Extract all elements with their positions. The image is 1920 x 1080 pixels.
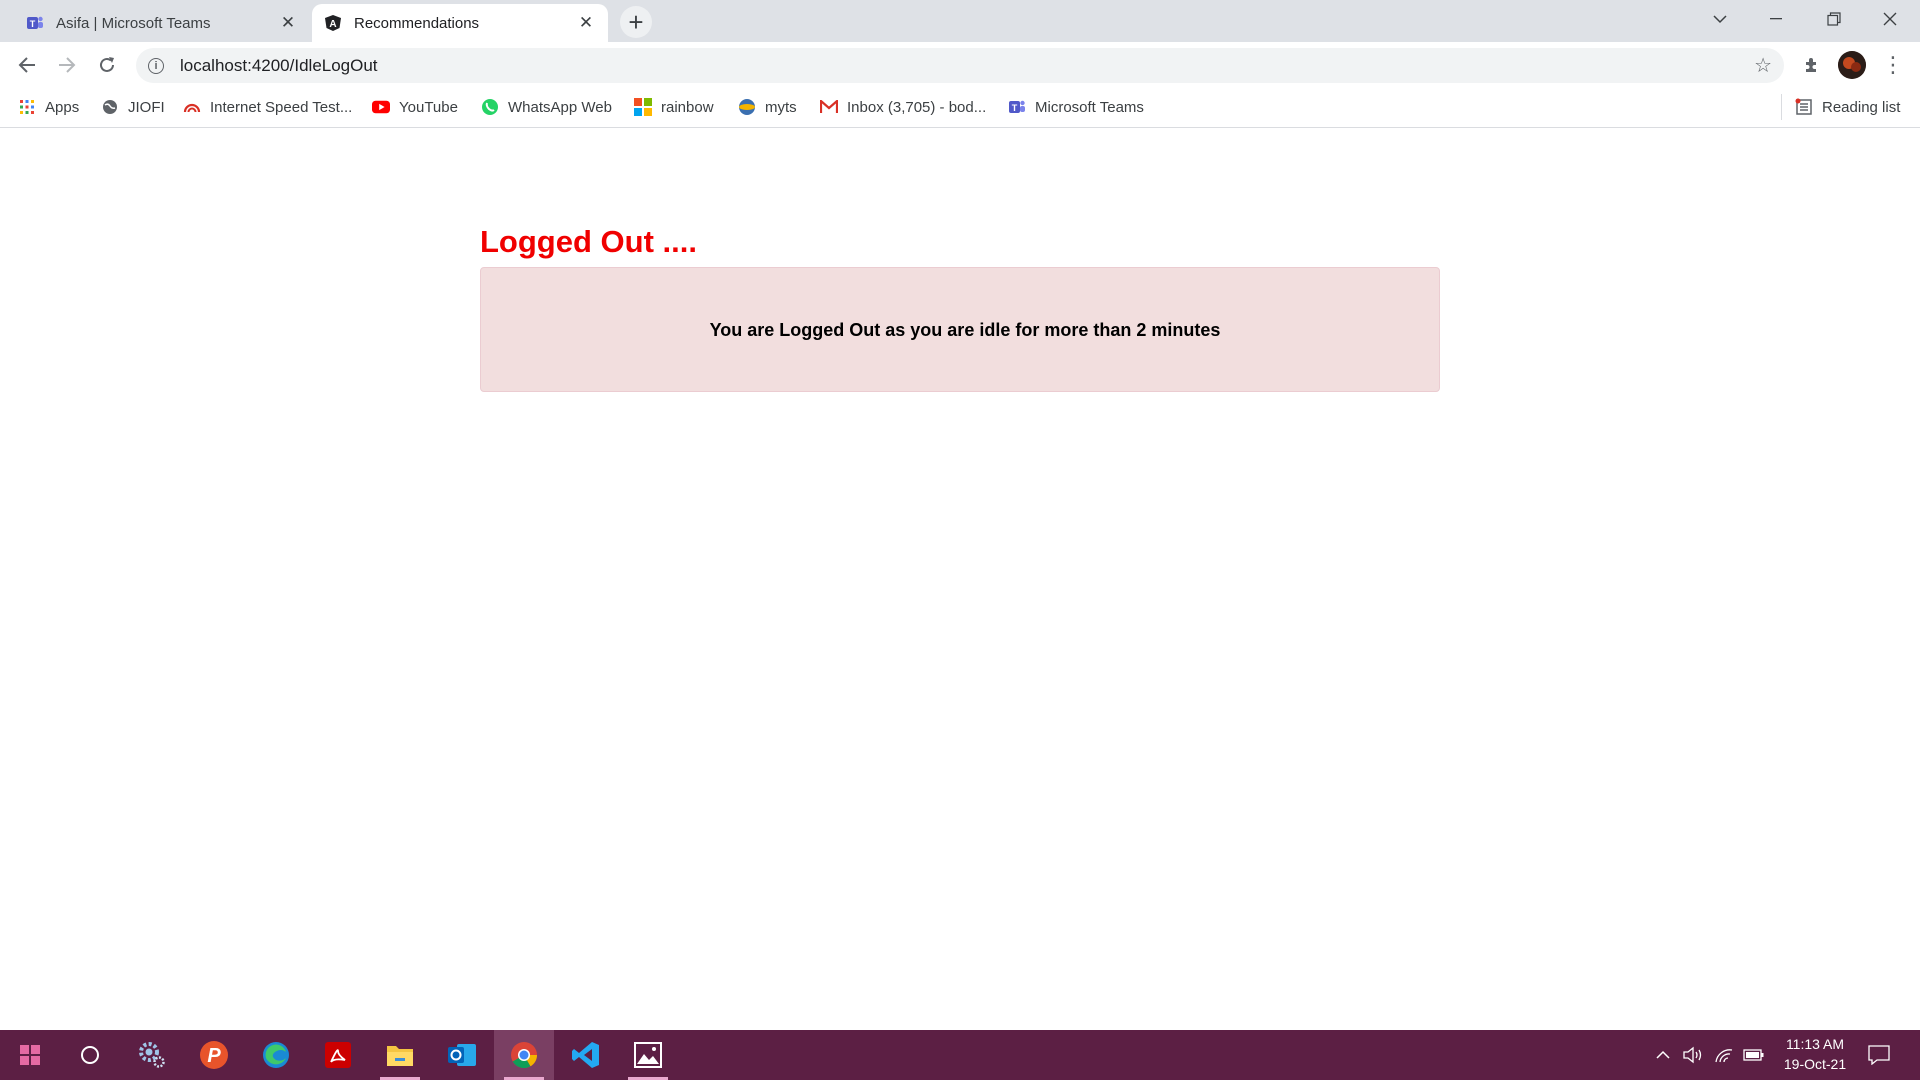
reading-list-label: Reading list (1822, 98, 1901, 116)
new-tab-button[interactable]: + (620, 6, 652, 38)
photos-app-icon[interactable] (618, 1030, 678, 1080)
logout-message: You are Logged Out as you are idle for m… (709, 320, 1221, 340)
globe-icon (101, 98, 119, 116)
wifi-icon[interactable] (1710, 1043, 1738, 1067)
bookmark-label: rainbow (661, 98, 714, 116)
bookmark-label: JIOFI (128, 98, 165, 116)
clock-date: 19-Oct-21 (1783, 1056, 1847, 1072)
tab-label: Recommendations (354, 14, 480, 32)
close-window-button[interactable] (1862, 0, 1918, 38)
myts-icon (738, 98, 756, 116)
apps-grid-icon (18, 98, 36, 116)
chevron-up-icon[interactable] (1650, 1043, 1676, 1067)
bookmark-whatsapp[interactable]: WhatsApp Web (481, 94, 612, 120)
close-tab-icon[interactable]: ✕ (576, 13, 596, 33)
page-title: Logged Out .... (480, 224, 697, 259)
tab-recommendations[interactable]: A Recommendations ✕ (312, 4, 608, 42)
forward-button[interactable] (52, 50, 82, 80)
vscode-icon[interactable] (556, 1030, 616, 1080)
address-bar[interactable]: i localhost:4200/IdleLogOut ☆ (136, 48, 1784, 83)
settings-gear-icon[interactable] (122, 1030, 182, 1080)
reading-list-button[interactable]: Reading list (1795, 94, 1900, 120)
postman-app-icon[interactable]: P (184, 1030, 244, 1080)
notifications-icon[interactable] (1864, 1043, 1894, 1067)
bookmark-rainbow[interactable]: rainbow (634, 94, 714, 120)
bookmarks-divider (1781, 94, 1782, 120)
bookmark-label: Microsoft Teams (1035, 98, 1144, 116)
bookmark-youtube[interactable]: YouTube (372, 94, 458, 120)
profile-avatar[interactable] (1838, 51, 1866, 79)
volume-icon[interactable] (1680, 1043, 1708, 1067)
bookmark-gmail[interactable]: Inbox (3,705) - bod... (820, 94, 986, 120)
bookmark-label: myts (765, 98, 797, 116)
battery-icon[interactable] (1740, 1043, 1768, 1067)
tab-teams[interactable]: T Asifa | Microsoft Teams ✕ (14, 4, 310, 42)
menu-kebab-icon[interactable]: ⋮ (1878, 50, 1908, 80)
angular-icon: A (324, 14, 342, 32)
logout-alert: You are Logged Out as you are idle for m… (480, 267, 1440, 392)
bookmark-label: Apps (45, 98, 80, 116)
taskbar-clock[interactable]: 11:13 AM 19-Oct-21 (1770, 1034, 1860, 1074)
bookmark-star-icon[interactable]: ☆ (1754, 53, 1772, 78)
reload-button[interactable] (92, 50, 122, 80)
svg-text:P: P (207, 1045, 221, 1067)
svg-text:A: A (329, 19, 336, 30)
bookmark-speedtest[interactable]: Internet Speed Test... (183, 94, 352, 120)
whatsapp-icon (481, 98, 499, 116)
youtube-icon (372, 98, 390, 116)
restore-button[interactable] (1806, 0, 1862, 38)
tab-search-icon[interactable] (1692, 0, 1748, 38)
cortana-search-icon[interactable] (60, 1030, 120, 1080)
bookmark-jiofi[interactable]: JIOFI (101, 94, 165, 120)
back-button[interactable] (12, 50, 42, 80)
bookmark-myts[interactable]: myts (738, 94, 797, 120)
close-tab-icon[interactable]: ✕ (278, 13, 298, 33)
microsoft-logo-icon (634, 98, 652, 116)
edge-browser-icon[interactable] (246, 1030, 306, 1080)
bookmark-label: YouTube (399, 98, 458, 116)
bookmark-label: WhatsApp Web (508, 98, 612, 116)
reading-list-icon (1795, 98, 1813, 116)
bookmark-apps[interactable]: Apps (18, 94, 79, 120)
teams-icon: T (1008, 98, 1026, 116)
outlook-icon[interactable] (432, 1030, 492, 1080)
tab-label: Asifa | Microsoft Teams (56, 14, 211, 32)
file-explorer-icon[interactable] (370, 1030, 430, 1080)
svg-text:T: T (1012, 103, 1018, 113)
bookmark-teams[interactable]: T Microsoft Teams (1008, 94, 1144, 120)
svg-text:T: T (30, 19, 36, 29)
clock-time: 11:13 AM (1785, 1036, 1845, 1052)
gmail-icon (820, 98, 838, 116)
chrome-icon[interactable] (494, 1030, 554, 1080)
minimize-button[interactable] (1748, 0, 1804, 38)
speedtest-icon (183, 98, 201, 116)
bookmark-label: Inbox (3,705) - bod... (847, 98, 987, 116)
start-button[interactable] (0, 1030, 60, 1080)
teams-icon: T (26, 14, 44, 32)
site-info-icon[interactable]: i (148, 57, 164, 74)
extensions-icon[interactable] (1797, 50, 1827, 80)
url-text[interactable]: localhost:4200/IdleLogOut (180, 56, 1754, 76)
bookmark-label: Internet Speed Test... (210, 98, 353, 116)
acrobat-reader-icon[interactable] (308, 1030, 368, 1080)
